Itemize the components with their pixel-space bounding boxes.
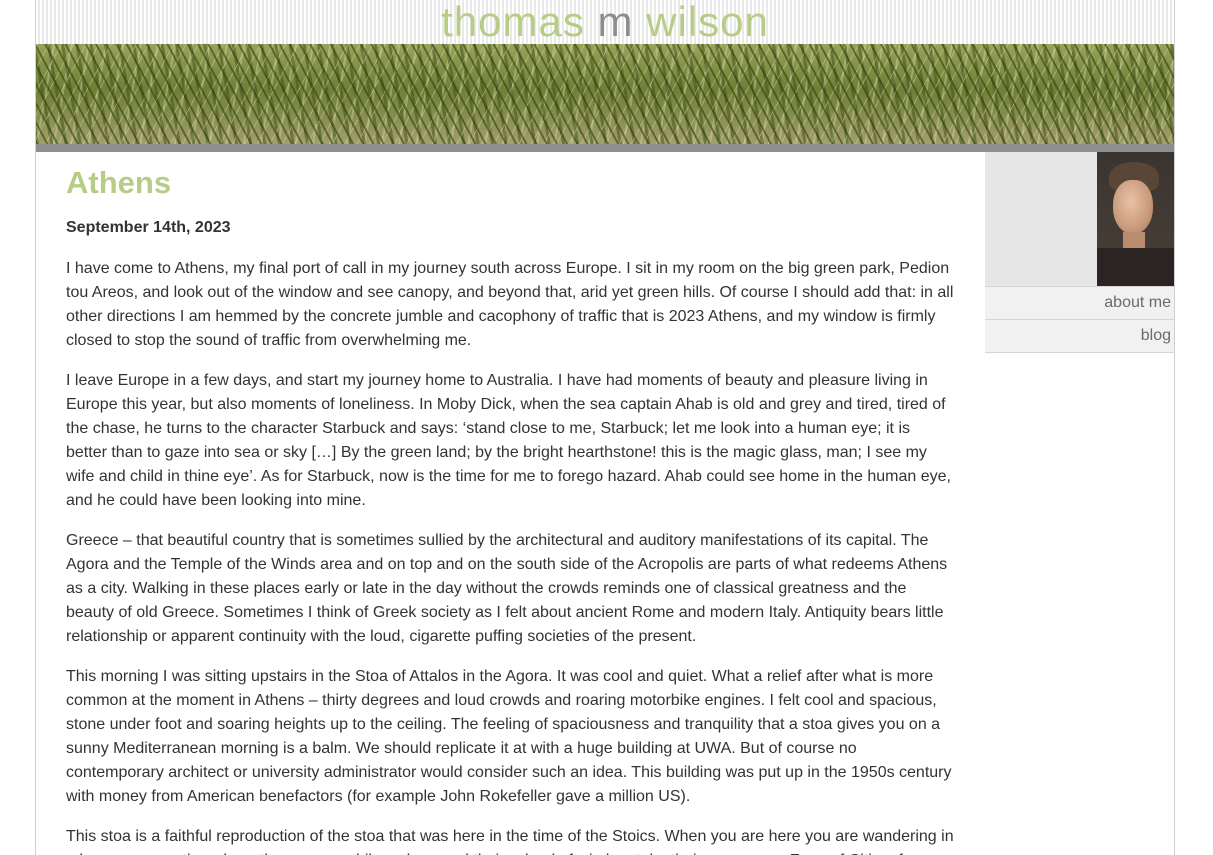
post-paragraph: Greece – that beautiful country that is … xyxy=(66,532,948,645)
site-title-first: thomas xyxy=(441,0,585,44)
site-title-middle: m xyxy=(597,0,634,44)
header-divider xyxy=(36,144,1174,152)
avatar xyxy=(1097,152,1174,286)
nav-about-me[interactable]: about me xyxy=(985,286,1174,320)
site-title-link[interactable]: thomas m wilson xyxy=(36,0,1174,44)
avatar-panel xyxy=(985,152,1174,286)
post-paragraph: I have come to Athens, my final port of … xyxy=(66,260,954,349)
post-paragraph: This morning I was sitting upstairs in t… xyxy=(66,668,952,805)
nav-blog[interactable]: blog xyxy=(985,320,1174,353)
sidebar: about me blog xyxy=(985,152,1174,353)
masthead: thomas m wilson xyxy=(36,0,1174,44)
post-date: September 14th, 2023 xyxy=(66,219,231,236)
post-body: I have come to Athens, my final port of … xyxy=(66,257,954,855)
site-title-last: wilson xyxy=(646,0,769,44)
page-container: thomas m wilson Athens September 14th, 2… xyxy=(35,0,1175,855)
avatar-shirt xyxy=(1097,248,1174,286)
avatar-face xyxy=(1113,180,1153,234)
post-title[interactable]: Athens xyxy=(66,164,954,202)
header-banner-image xyxy=(36,44,1174,144)
post-paragraph: I leave Europe in a few days, and start … xyxy=(66,372,951,509)
main-content: Athens September 14th, 2023 I have come … xyxy=(66,152,954,855)
post-paragraph: This stoa is a faithful reproduction of … xyxy=(66,828,954,855)
